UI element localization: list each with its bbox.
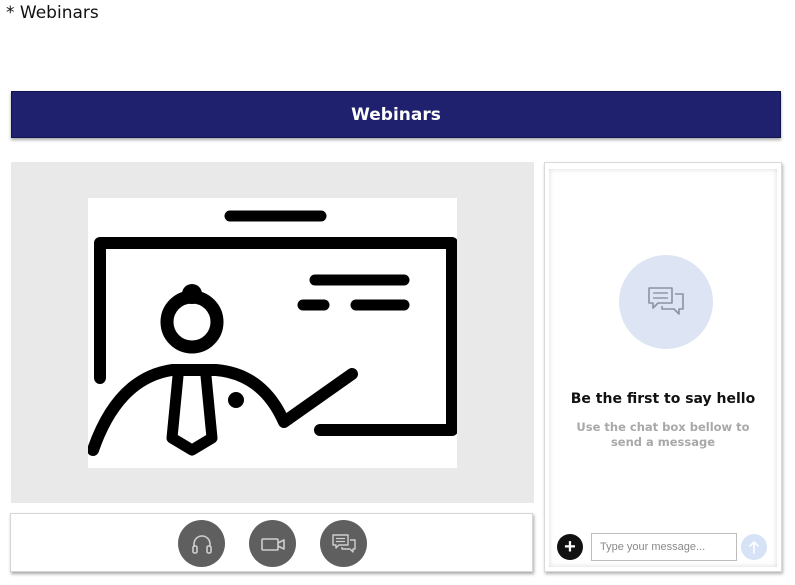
video-camera-icon [260,537,285,551]
webinar-title-bar: Webinars [11,91,781,138]
headphones-icon [191,534,212,554]
chat-button[interactable] [320,520,367,567]
add-attachment-button[interactable]: + [557,534,583,560]
chat-panel: Be the first to say hello Use the chat b… [544,162,782,572]
video-button[interactable] [249,520,296,567]
chat-empty-title: Be the first to say hello [570,391,756,407]
webinar-title: Webinars [351,104,441,125]
chat-bubbles-icon [648,287,684,315]
chat-empty-state-icon [619,255,713,349]
presenter-image [88,198,457,468]
controls-bar [10,513,533,572]
message-input[interactable] [591,533,737,561]
arrow-up-icon [749,541,759,554]
send-button[interactable] [741,534,767,560]
chat-icon [331,533,356,553]
chat-box: Be the first to say hello Use the chat b… [549,169,777,567]
page-heading: * Webinars [6,3,99,23]
chat-empty-subtitle: Use the chat box bellow to send a messag… [576,420,750,449]
presenter-illustration-icon [88,210,457,456]
audio-button[interactable] [178,520,225,567]
